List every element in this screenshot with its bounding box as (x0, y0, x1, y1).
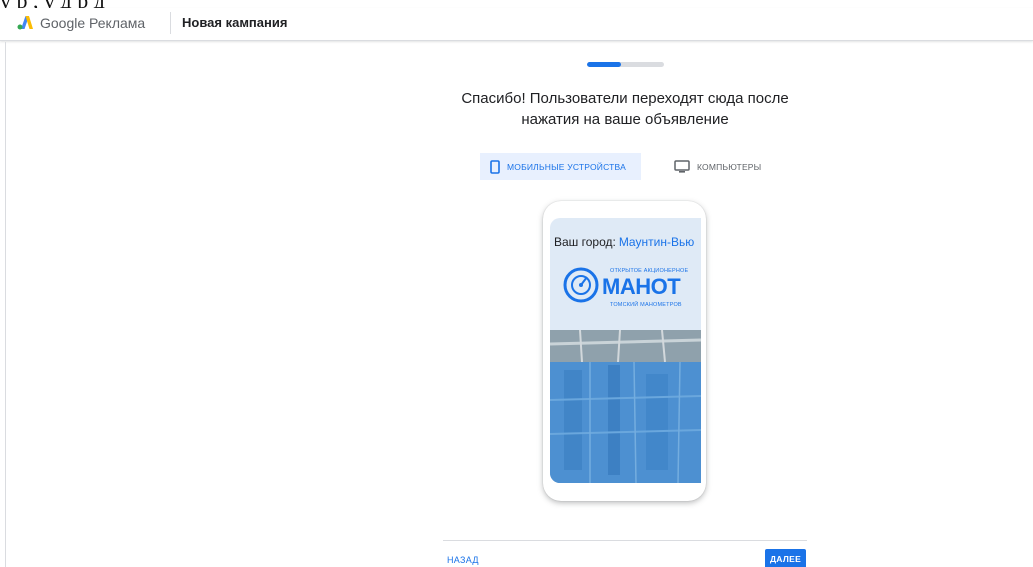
left-divider (5, 42, 6, 567)
company-tagline-bottom: ТОМСКИЙ МАНОМЕТРОВ (610, 302, 682, 308)
back-button[interactable]: НАЗАД (447, 555, 479, 565)
product-name[interactable]: Google Реклама (40, 15, 145, 31)
smartphone-icon (490, 159, 500, 174)
tab-desktop-label: КОМПЬЮТЕРЫ (697, 161, 762, 172)
footer-divider (443, 540, 807, 541)
tab-mobile-devices[interactable]: МОБИЛЬНЫЕ УСТРОЙСТВА (480, 153, 641, 180)
city-label: Ваш город: (554, 235, 616, 249)
next-button[interactable]: ДАЛЕЕ (765, 549, 806, 567)
header-divider (170, 12, 171, 34)
company-name: МАНОТ (602, 274, 681, 299)
step-progress-bar (587, 62, 664, 67)
city-line: Ваш город: Мaунтин-Вью (554, 235, 694, 249)
manometer-logo-icon (563, 267, 599, 303)
app-header: Google Реклама Новая кампания (0, 8, 1033, 41)
tab-mobile-label: МОБИЛЬНЫЕ УСТРОЙСТВА (507, 161, 626, 172)
progress-fill (587, 62, 621, 67)
tab-desktop[interactable]: КОМПЬЮТЕРЫ (666, 153, 776, 180)
brand-google: Google (40, 15, 86, 31)
google-ads-logo-icon (17, 16, 33, 30)
factory-photo (550, 330, 701, 483)
page: у р , у д р д Google Реклама Новая кампа… (0, 0, 1033, 567)
city-value: Мaунтин-Вью (618, 235, 695, 249)
page-title: Новая кампания (182, 15, 288, 30)
confirmation-headline: Спасибо! Пользователи переходят сюда пос… (461, 90, 789, 128)
landing-page-preview: Ваш город: Мaунтин-Вью ОТКРЫТОЕ АКЦИОНЕРН… (550, 218, 701, 483)
brand-product: Реклама (89, 15, 146, 31)
desktop-icon (674, 160, 690, 173)
